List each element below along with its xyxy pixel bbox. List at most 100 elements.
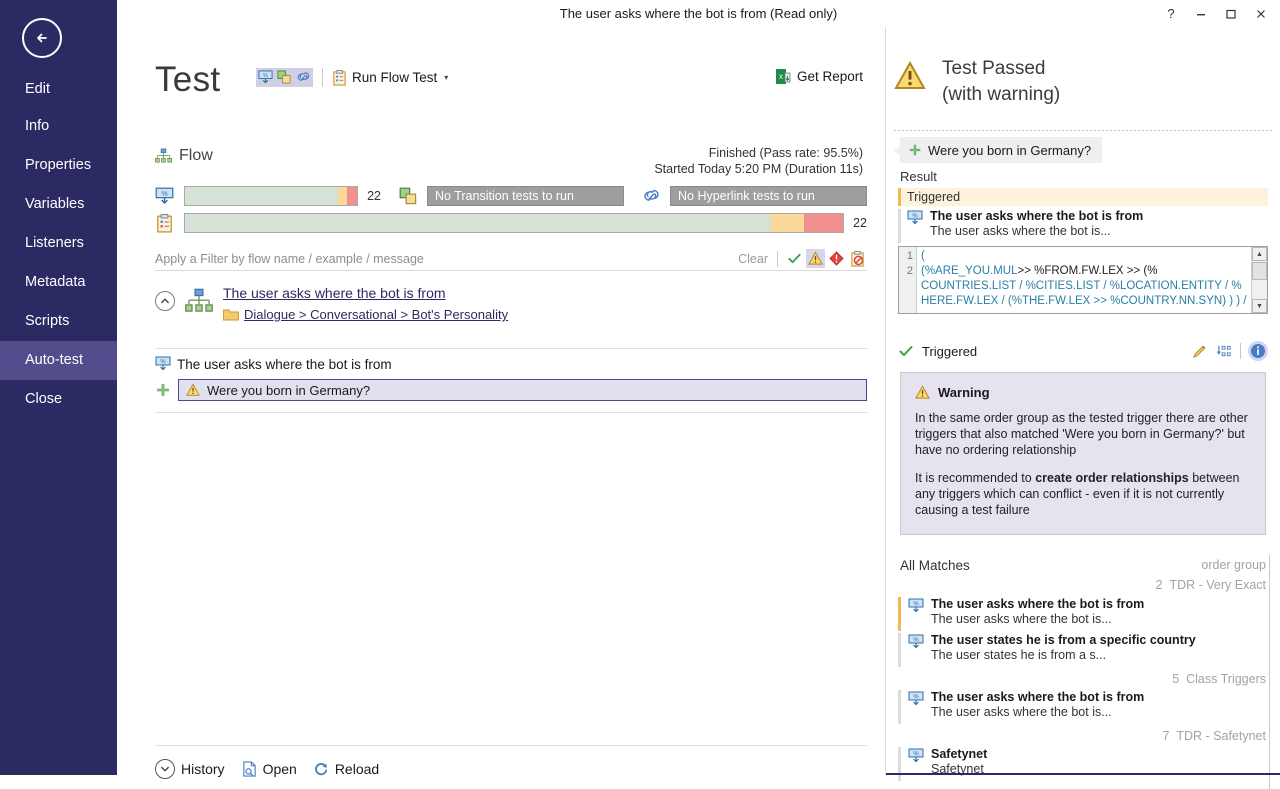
warning-triangle-icon (894, 60, 926, 89)
result-status-line-1: Test Passed (942, 58, 1046, 79)
sidebar-item-metadata[interactable]: Metadata (0, 263, 117, 302)
info-icon (1251, 344, 1265, 358)
test-result-label: The user asks where the bot is from (177, 356, 392, 372)
svg-text:%: % (160, 360, 166, 366)
add-icon (909, 144, 921, 156)
go-to-trigger-button[interactable] (1215, 342, 1233, 360)
maximize-button[interactable] (1216, 2, 1246, 26)
flow-name-link[interactable]: The user asks where the bot is from (223, 285, 446, 301)
divider (155, 348, 867, 349)
transition-tests-disabled-box: No Transition tests to run (427, 186, 624, 206)
chevron-down-icon: ▾ (444, 73, 449, 82)
run-flow-test-button[interactable]: Run Flow Test ▾ (332, 69, 449, 86)
divider (155, 412, 867, 413)
sidebar-item-listeners[interactable]: Listeners (0, 224, 117, 263)
warning-box: Warning In the same order group as the t… (900, 372, 1266, 535)
folder-icon (223, 309, 239, 321)
window-title: The user asks where the bot is from (Rea… (559, 6, 838, 21)
code-content[interactable]: ( (%ARE_YOU.MUL>> %FROM.FW.LEX >> (% COU… (917, 247, 1251, 313)
transition-disabled-label: No Transition tests to run (435, 189, 574, 203)
match-item[interactable]: % The user asks where the bot is from Th… (898, 690, 1260, 724)
filter-input[interactable]: Apply a Filter by flow name / example / … (155, 252, 738, 266)
match-item[interactable]: % Safetynet Safetynet (898, 747, 1260, 781)
sidebar-item-scripts[interactable]: Scripts (0, 302, 117, 341)
example-row-selected[interactable]: Were you born in Germany? (178, 379, 867, 401)
get-report-label: Get Report (796, 69, 863, 84)
error-diamond-icon (829, 251, 844, 266)
filter-bar: Apply a Filter by flow name / example / … (155, 247, 867, 271)
test-result-row[interactable]: % The user asks where the bot is from (155, 356, 392, 372)
help-button[interactable]: ? (1156, 2, 1186, 26)
collapse-flow-button[interactable] (155, 291, 175, 311)
group-rule (1269, 729, 1270, 789)
sidebar-item-label: Metadata (25, 274, 86, 290)
group-label: 5 Class Triggers (1172, 672, 1266, 686)
sidebar-item-label: Close (25, 391, 63, 407)
sidebar-item-close[interactable]: Close (0, 380, 117, 419)
trigger-code-box[interactable]: 1 2 ( (%ARE_YOU.MUL>> %FROM.FW.LEX >> (%… (898, 246, 1268, 314)
flow-tree-icon (155, 148, 172, 163)
triggered-result-item[interactable]: % The user asks where the bot is from Th… (898, 209, 1268, 243)
result-status-line-2: (with warning) (942, 84, 1061, 105)
flow-tests-toggle-button[interactable]: % (256, 68, 275, 87)
flow-section-label: Flow (179, 147, 213, 164)
sidebar-item-label: Info (25, 118, 50, 134)
flow-tree-icon (185, 288, 213, 319)
match-item[interactable]: % The user asks where the bot is from Th… (898, 597, 1260, 631)
get-report-button[interactable]: x Get Report (775, 68, 863, 85)
sidebar-item-variables[interactable]: Variables (0, 185, 117, 224)
dotted-divider (894, 130, 1272, 131)
scrollbar-thumb[interactable] (1252, 262, 1267, 280)
progress-row-flow: % 22 No Transition tests to run No Hyper… (155, 185, 867, 207)
warning-triangle-icon (915, 385, 930, 399)
code-gutter: 1 2 (899, 247, 917, 313)
flow-test-count: 22 (367, 189, 381, 203)
flow-test-icon: % (258, 70, 273, 84)
back-button[interactable] (22, 18, 62, 58)
match-item[interactable]: % The user states he is from a specific … (898, 633, 1260, 667)
code-scrollbar[interactable]: ▲ ▼ (1251, 247, 1267, 313)
sidebar-item-edit[interactable]: Edit (0, 70, 117, 109)
edit-pencil-button[interactable] (1190, 342, 1208, 360)
clear-filter-button[interactable]: Clear (738, 252, 768, 266)
test-result-header: Test Passed (with warning) (892, 56, 1060, 108)
scroll-down-button[interactable]: ▼ (1252, 299, 1267, 313)
example-chip[interactable]: Were you born in Germany? (900, 137, 1103, 163)
sidebar-item-auto-test[interactable]: Auto-test (0, 341, 117, 380)
filter-not-run-button[interactable] (848, 249, 867, 268)
clipboard-blocked-icon (851, 250, 864, 267)
transition-tests-toggle-button[interactable] (275, 68, 294, 87)
svg-text:%: % (913, 638, 919, 644)
hyperlink-tests-toggle-button[interactable] (294, 68, 313, 87)
sidebar-item-label: Listeners (25, 235, 84, 251)
sidebar-item-info[interactable]: Info (0, 107, 117, 146)
filter-warning-button[interactable] (806, 249, 825, 268)
link-icon (644, 189, 659, 201)
sidebar-item-properties[interactable]: Properties (0, 146, 117, 185)
maximize-icon (1226, 9, 1236, 19)
minimize-button[interactable] (1186, 2, 1216, 26)
minimize-icon (1197, 13, 1205, 15)
svg-text:%: % (161, 189, 168, 197)
bottom-toolbar: History Open Reload (155, 755, 379, 783)
page-title: Test (155, 60, 221, 99)
hyperlink-tests-disabled-box: No Hyperlink tests to run (670, 186, 867, 206)
close-button[interactable] (1246, 2, 1276, 26)
group-label: 7 TDR - Safetynet (1162, 729, 1266, 743)
flow-path-link[interactable]: Dialogue > Conversational > Bot's Person… (223, 307, 508, 322)
info-button[interactable] (1248, 341, 1268, 361)
flow-test-icon: % (155, 187, 174, 204)
history-button[interactable]: History (155, 759, 225, 779)
add-icon[interactable] (155, 382, 171, 398)
filter-fail-button[interactable] (827, 249, 846, 268)
triggered-item-subtitle: The user asks where the bot is... (930, 224, 1111, 238)
filter-pass-button[interactable] (785, 249, 804, 268)
match-subtitle: The user asks where the bot is... (931, 705, 1112, 719)
flow-test-icon: % (907, 210, 923, 225)
help-icon: ? (1167, 6, 1175, 21)
sidebar-item-label: Auto-test (25, 352, 84, 368)
chevron-up-icon (161, 298, 169, 304)
back-arrow-icon (37, 33, 47, 43)
warning-triangle-icon (186, 383, 200, 396)
scroll-up-button[interactable]: ▲ (1252, 247, 1267, 261)
